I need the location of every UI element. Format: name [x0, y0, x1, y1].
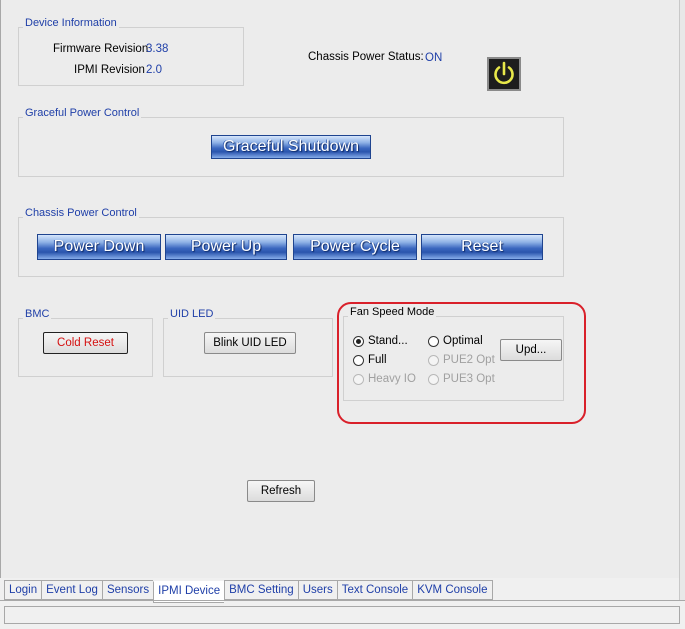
- power-symbol-icon: [494, 61, 514, 85]
- ipmi-revision-value: 2.0: [146, 64, 162, 76]
- device-information-title: Device Information: [23, 17, 119, 29]
- tab-bar: Login Event Log Sensors IPMI Device BMC …: [4, 580, 493, 603]
- firmware-revision-label: Firmware Revision: [53, 43, 149, 55]
- ipmi-device-panel: Device Information Firmware Revision 3.3…: [0, 0, 680, 578]
- tab-sensors[interactable]: Sensors: [101, 580, 154, 600]
- device-information-group: Device Information: [18, 17, 244, 86]
- chassis-power-control-title: Chassis Power Control: [23, 207, 139, 219]
- cold-reset-button[interactable]: Cold Reset: [43, 332, 128, 354]
- scrollbar-edge[interactable]: [679, 0, 685, 600]
- graceful-shutdown-button[interactable]: Graceful Shutdown: [211, 135, 371, 159]
- divider: [0, 600, 685, 601]
- tab-event-log[interactable]: Event Log: [41, 580, 102, 600]
- power-up-button[interactable]: Power Up: [165, 234, 287, 260]
- ipmi-revision-label: IPMI Revision: [74, 64, 145, 76]
- fan-speed-highlight-annotation: [337, 302, 586, 424]
- power-down-button[interactable]: Power Down: [37, 234, 161, 260]
- reset-button[interactable]: Reset: [421, 234, 543, 260]
- refresh-button[interactable]: Refresh: [247, 480, 315, 502]
- chassis-power-status-label: Chassis Power Status:: [308, 51, 424, 63]
- tab-users[interactable]: Users: [297, 580, 337, 600]
- tab-login[interactable]: Login: [4, 580, 42, 600]
- blink-uid-led-button[interactable]: Blink UID LED: [204, 332, 296, 354]
- power-icon[interactable]: [487, 57, 521, 91]
- tab-bmc-setting[interactable]: BMC Setting: [224, 580, 298, 600]
- bmc-title: BMC: [23, 308, 52, 320]
- tab-text-console[interactable]: Text Console: [336, 580, 413, 600]
- status-bar: [4, 606, 680, 624]
- power-cycle-button[interactable]: Power Cycle: [293, 234, 417, 260]
- graceful-power-control-title: Graceful Power Control: [23, 107, 142, 119]
- tab-kvm-console[interactable]: KVM Console: [412, 580, 493, 600]
- uid-led-title: UID LED: [168, 308, 216, 320]
- firmware-revision-value: 3.38: [146, 43, 169, 55]
- chassis-power-status-value: ON: [425, 52, 443, 64]
